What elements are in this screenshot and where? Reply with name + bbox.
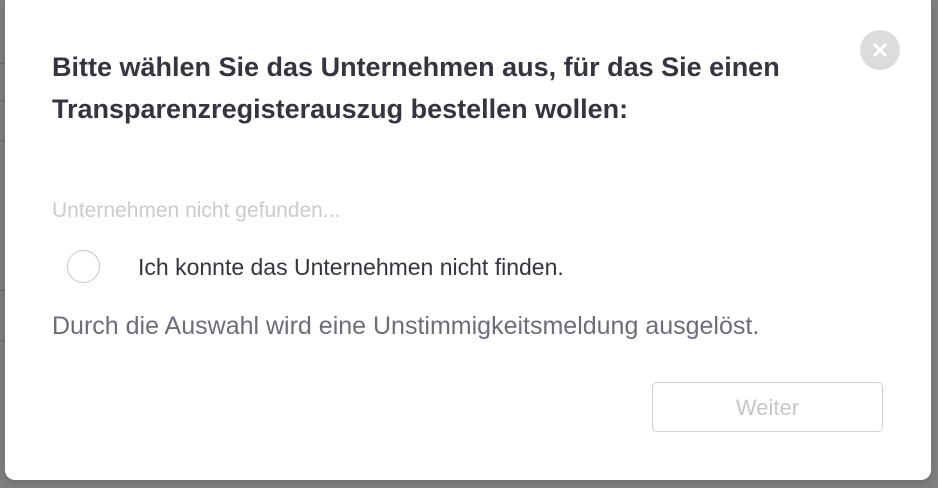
hint-text: Durch die Auswahl wird eine Unstimmigkei… — [52, 312, 760, 340]
option-not-found[interactable]: Ich konnte das Unternehmen nicht finden. — [67, 250, 667, 286]
dialog-title: Bitte wählen Sie das Unternehmen aus, fü… — [52, 52, 780, 124]
not-found-text: Unternehmen nicht gefunden... — [52, 199, 341, 222]
next-button[interactable]: Weiter — [652, 382, 883, 432]
option-label[interactable]: Ich konnte das Unternehmen nicht finden. — [138, 254, 564, 281]
close-button[interactable] — [860, 30, 900, 70]
radio-button[interactable] — [67, 250, 100, 283]
company-select-dialog: Bitte wählen Sie das Unternehmen aus, fü… — [5, 0, 931, 480]
close-icon — [873, 43, 887, 57]
